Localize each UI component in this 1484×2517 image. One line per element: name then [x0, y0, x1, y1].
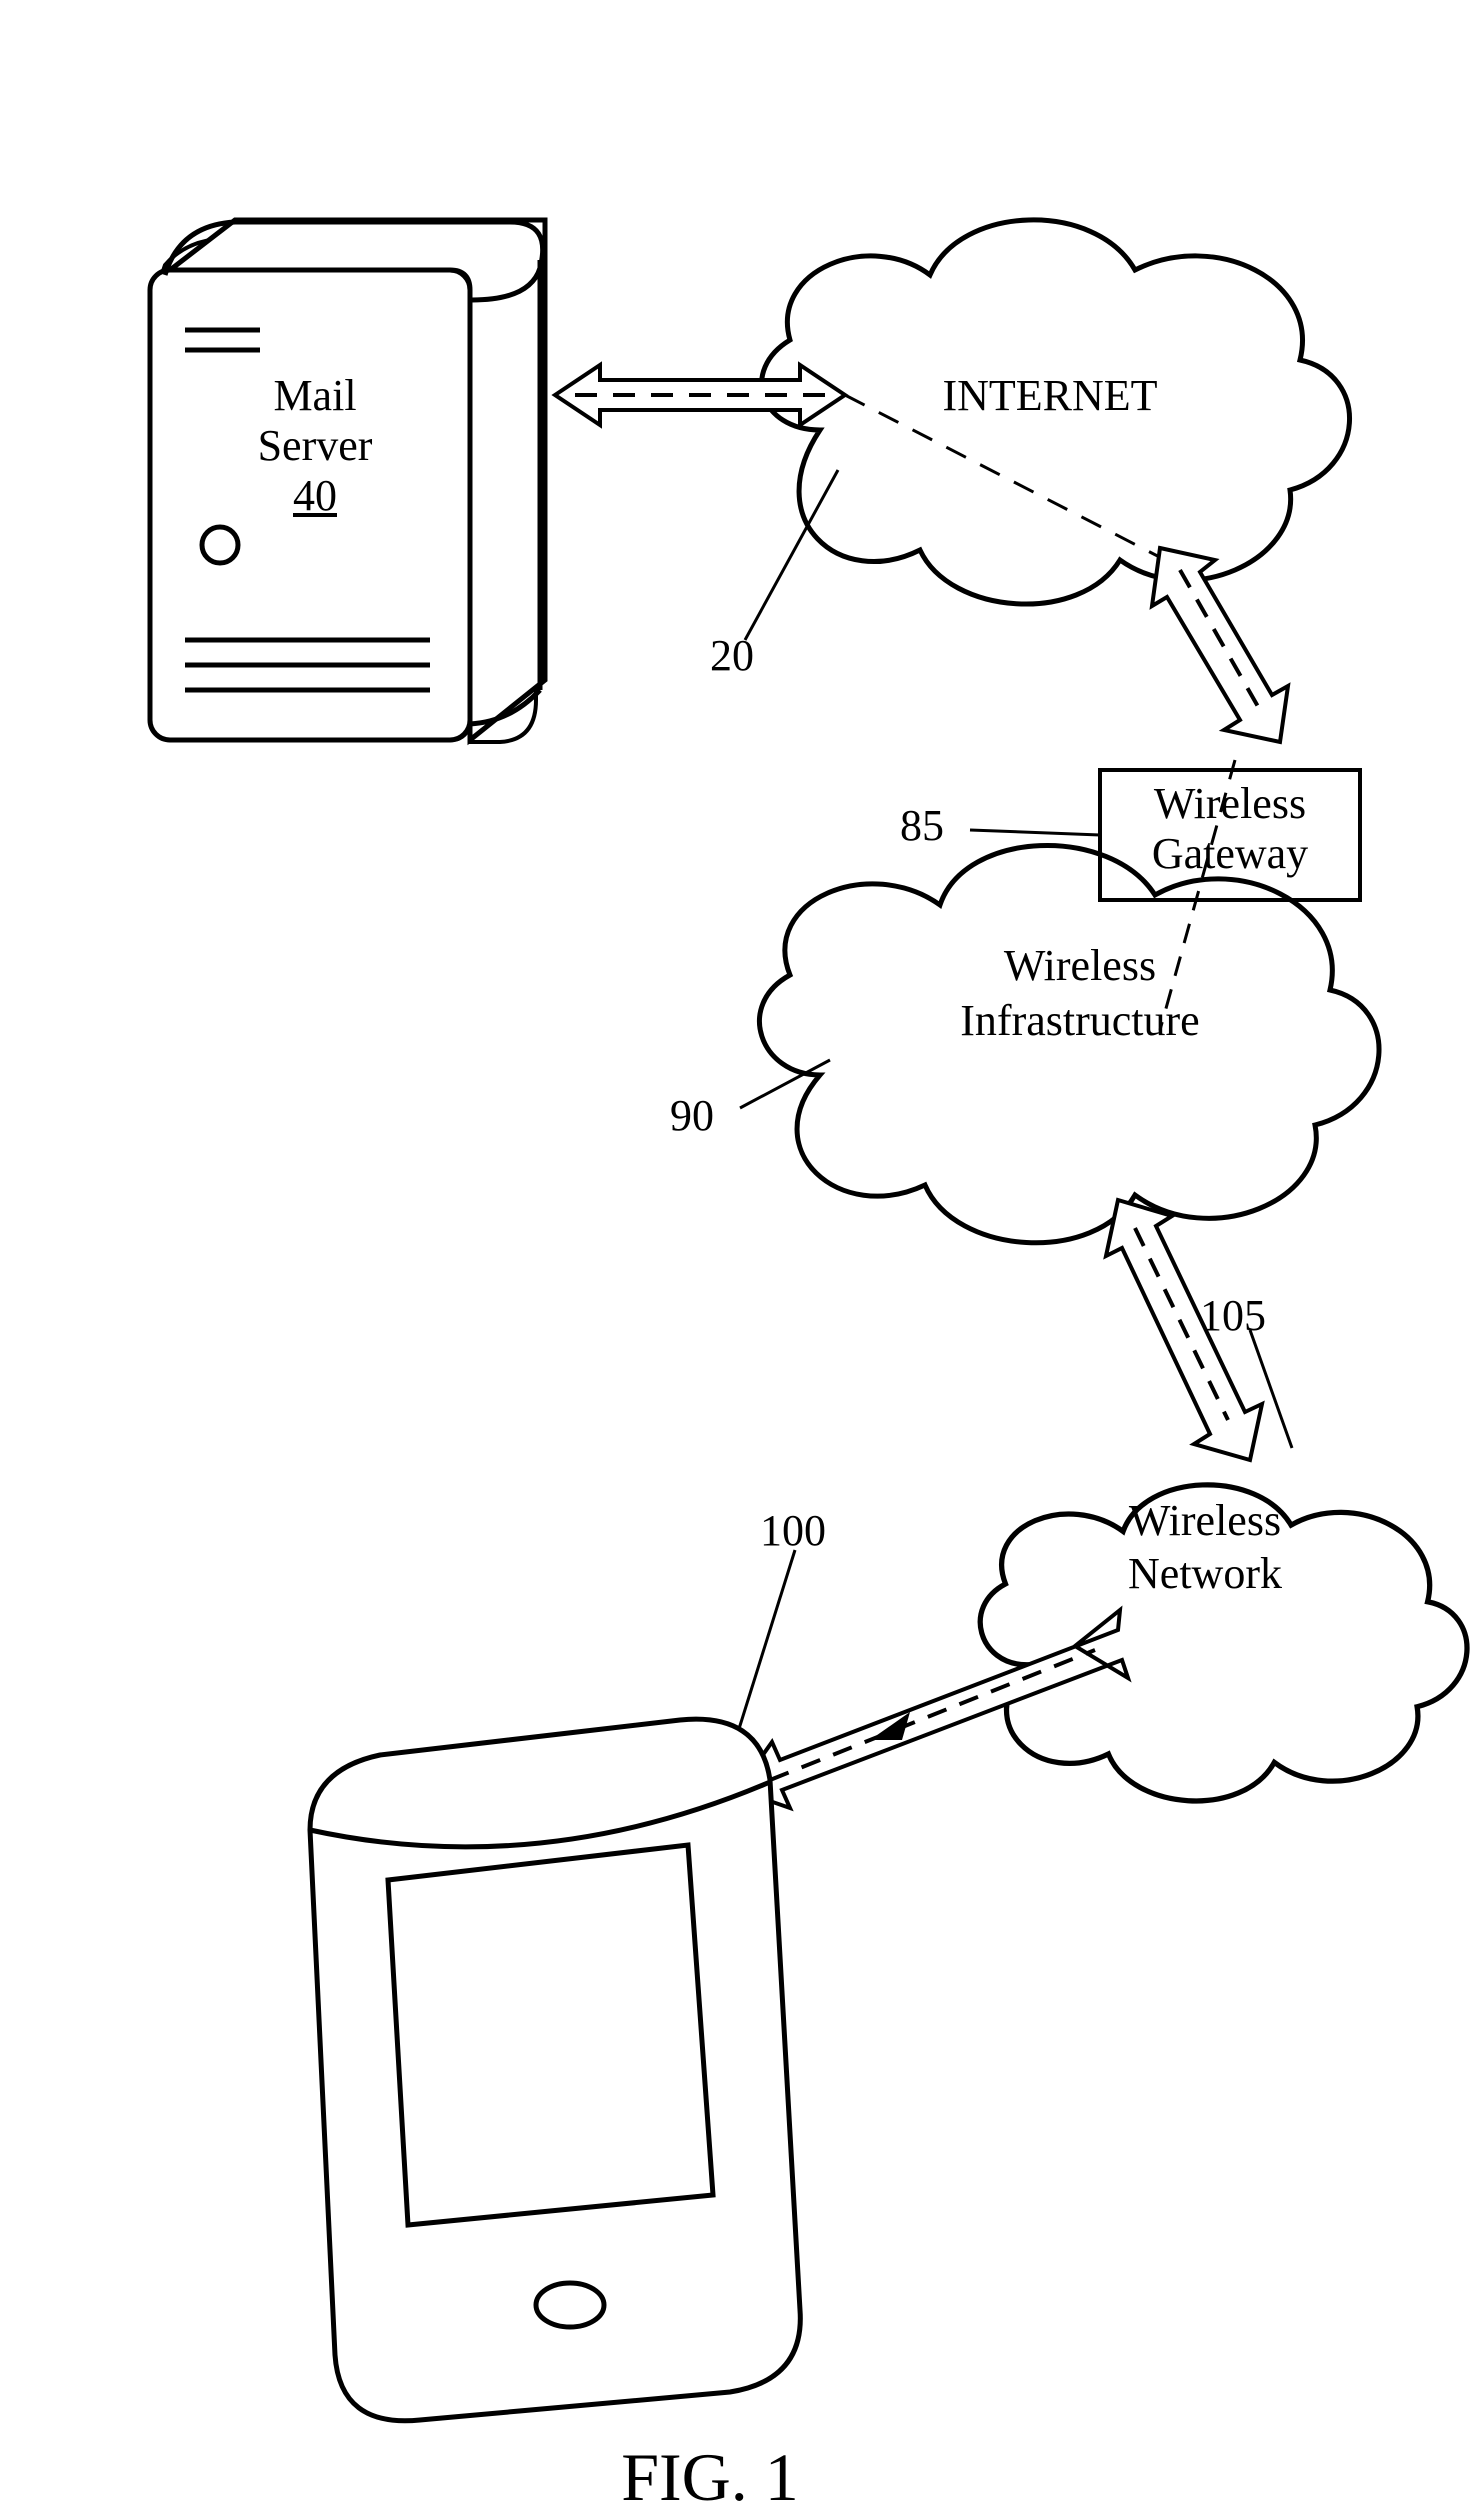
infra-ref: 90	[670, 1090, 714, 1141]
device-ref: 100	[760, 1505, 826, 1556]
mail-server-ref: 40	[270, 470, 360, 521]
gateway-ref: 85	[900, 800, 944, 851]
diagram-svg	[0, 0, 1484, 2496]
internet-ref: 20	[710, 630, 754, 681]
infra-label-1: Wireless	[930, 940, 1230, 991]
gateway-label-1: Wireless	[1110, 778, 1350, 829]
mobile-device-icon	[310, 1719, 800, 2421]
wnet-label-2: Network	[1090, 1548, 1320, 1599]
figure-caption: FIG. 1	[560, 2438, 860, 2517]
internet-label: INTERNET	[920, 370, 1180, 421]
mail-server-label-1: Mail	[240, 370, 390, 421]
arrow-server-internet	[555, 365, 845, 425]
wnet-ref: 105	[1200, 1290, 1266, 1341]
wnet-label-1: Wireless	[1090, 1495, 1320, 1546]
gateway-label-2: Gateway	[1110, 828, 1350, 879]
infra-label-2: Infrastructure	[900, 995, 1260, 1046]
mail-server-label-2: Server	[240, 420, 390, 471]
